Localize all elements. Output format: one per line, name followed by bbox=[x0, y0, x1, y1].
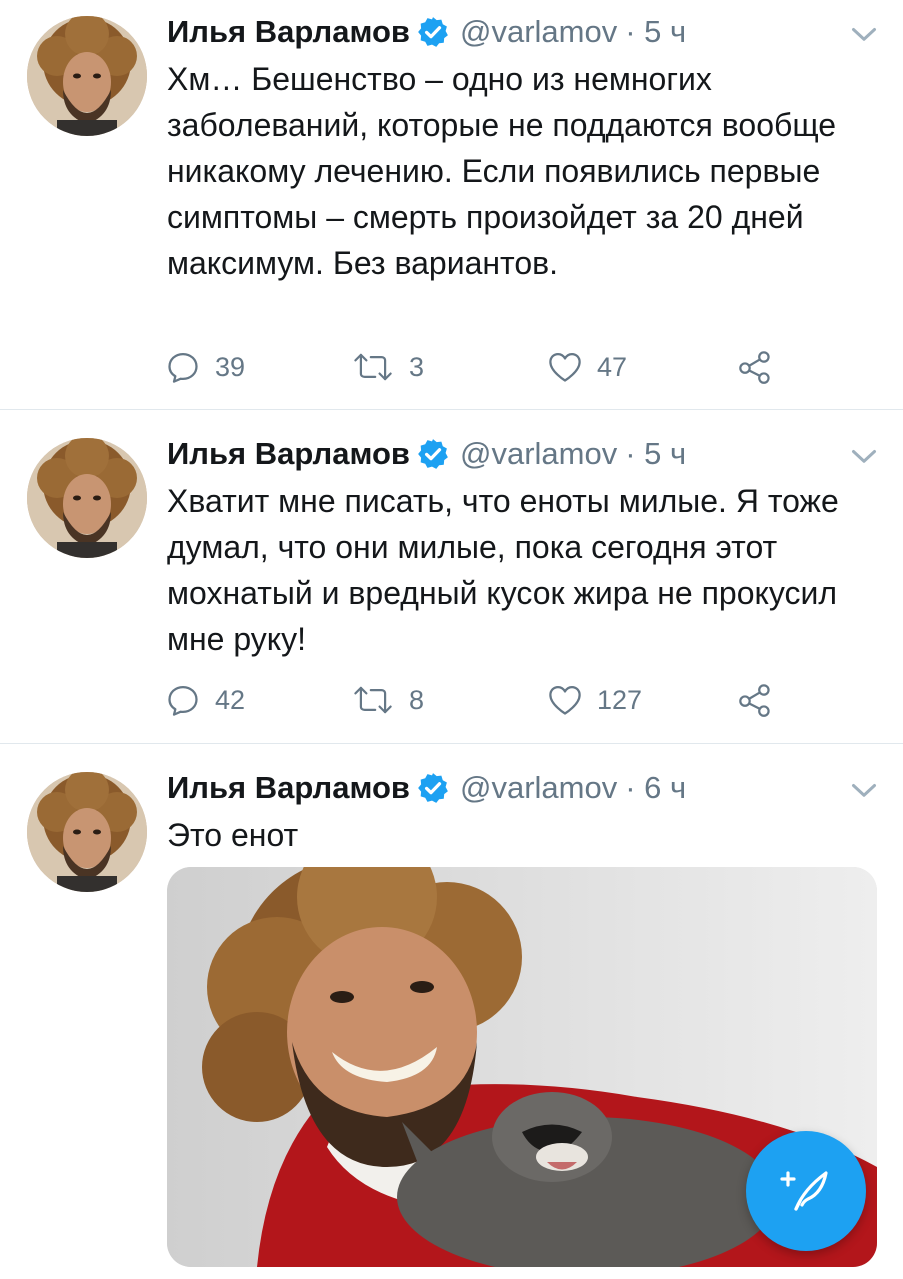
compose-tweet-button[interactable] bbox=[746, 1131, 866, 1251]
tweet-time: · 5 ч bbox=[625, 436, 687, 471]
author-handle[interactable]: @varlamov bbox=[460, 12, 617, 52]
like-count: 47 bbox=[597, 351, 628, 382]
retweet-icon bbox=[351, 682, 395, 718]
share-button[interactable] bbox=[735, 680, 789, 720]
avatar[interactable] bbox=[27, 16, 147, 136]
tweet-text: Хватит мне писать, что еноты милые. Я то… bbox=[167, 483, 839, 657]
share-icon bbox=[735, 682, 775, 718]
retweet-icon bbox=[351, 349, 395, 385]
tweet-header: Илья Варламов @varlamov · 5 ч bbox=[167, 434, 686, 474]
reply-icon bbox=[165, 349, 201, 385]
tweet-time: · 6 ч bbox=[625, 770, 687, 805]
tweet-actions: 42 8 127 bbox=[165, 680, 805, 720]
like-count: 127 bbox=[597, 684, 643, 715]
heart-icon bbox=[547, 349, 583, 385]
author-handle[interactable]: @varlamov bbox=[460, 768, 617, 808]
retweet-button[interactable]: 3 bbox=[351, 347, 424, 387]
avatar[interactable] bbox=[27, 438, 147, 558]
compose-tweet-icon bbox=[780, 1171, 828, 1211]
verified-badge-icon bbox=[416, 15, 450, 49]
tweet-actions: 39 3 47 bbox=[165, 347, 805, 387]
like-button[interactable]: 47 bbox=[547, 347, 627, 387]
tweet-text: Это енот bbox=[167, 817, 299, 853]
reply-button[interactable]: 42 bbox=[165, 680, 245, 720]
avatar[interactable] bbox=[27, 772, 147, 892]
author-handle[interactable]: @varlamov bbox=[460, 434, 617, 474]
reply-count: 39 bbox=[215, 351, 246, 382]
tweet[interactable]: Илья Варламов @varlamov · 5 ч Хм… Бешенс… bbox=[0, 0, 903, 410]
tweet-text: Хм… Бешенство – одно из немногих заболев… bbox=[167, 61, 837, 281]
reply-count: 42 bbox=[215, 684, 246, 715]
retweet-button[interactable]: 8 bbox=[351, 680, 424, 720]
tweet-time: · 5 ч bbox=[625, 14, 687, 49]
author-name[interactable]: Илья Варламов bbox=[167, 434, 410, 474]
retweet-count: 3 bbox=[409, 351, 425, 382]
chevron-down-icon[interactable] bbox=[846, 438, 882, 474]
retweet-count: 8 bbox=[409, 684, 425, 715]
reply-icon bbox=[165, 682, 201, 718]
heart-icon bbox=[547, 682, 583, 718]
verified-badge-icon bbox=[416, 771, 450, 805]
author-name[interactable]: Илья Варламов bbox=[167, 768, 410, 808]
share-button[interactable] bbox=[735, 347, 789, 387]
reply-button[interactable]: 39 bbox=[165, 347, 245, 387]
tweet-header: Илья Варламов @varlamov · 6 ч bbox=[167, 768, 686, 808]
tweet-header: Илья Варламов @varlamov · 5 ч bbox=[167, 12, 686, 52]
chevron-down-icon[interactable] bbox=[846, 16, 882, 52]
chevron-down-icon[interactable] bbox=[846, 772, 882, 808]
author-name[interactable]: Илья Варламов bbox=[167, 12, 410, 52]
tweet[interactable]: Илья Варламов @varlamov · 5 ч Хватит мне… bbox=[0, 410, 903, 743]
verified-badge-icon bbox=[416, 437, 450, 471]
share-icon bbox=[735, 349, 775, 385]
like-button[interactable]: 127 bbox=[547, 680, 642, 720]
